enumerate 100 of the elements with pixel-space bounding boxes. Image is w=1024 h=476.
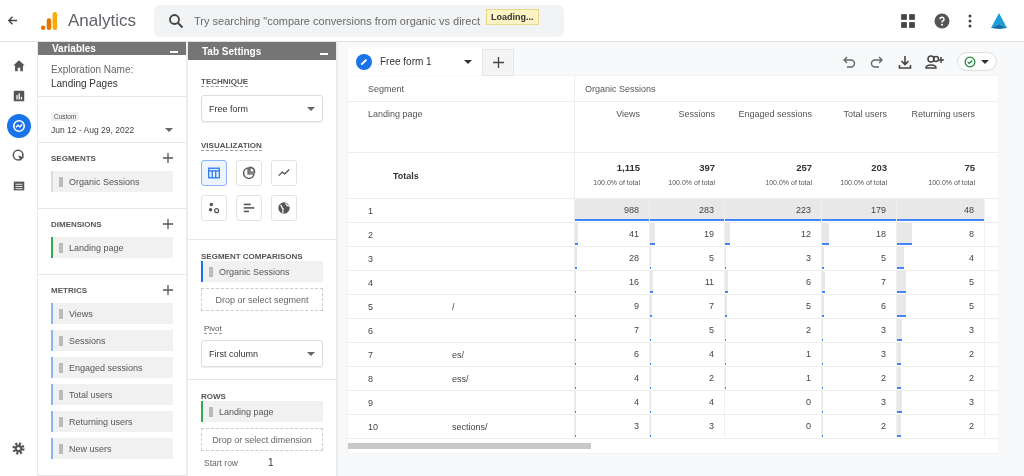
chart-circle-icon <box>11 119 26 133</box>
variable-chip[interactable]: Views <box>51 303 173 324</box>
date-range-picker[interactable]: Jun 12 - Aug 29, 2022 <box>51 125 173 135</box>
bar-chart-button[interactable] <box>236 195 262 221</box>
table-cell: 6 <box>634 349 639 359</box>
table-cell: 19 <box>704 229 714 239</box>
technique-label: TECHNIQUE <box>201 77 249 87</box>
add-icon[interactable] <box>163 153 173 163</box>
table-cell: 3 <box>881 397 886 407</box>
table-cell: 3 <box>806 253 811 263</box>
visualization-label: VISUALIZATION <box>201 141 262 151</box>
table-cell: 2 <box>969 373 974 383</box>
table-cell: 2 <box>969 349 974 359</box>
row-number: 7 <box>368 349 374 360</box>
table-cell: 4 <box>709 349 714 359</box>
variable-chip[interactable]: New users <box>51 438 173 459</box>
app-title: Analytics <box>68 10 138 31</box>
variable-chip[interactable]: Organic Sessions <box>51 171 173 192</box>
apps-icon[interactable] <box>900 12 916 29</box>
share-user-icon[interactable] <box>925 53 945 70</box>
line-chart-button[interactable] <box>271 160 297 186</box>
table-cell: 9 <box>634 301 639 311</box>
bar-chart-icon <box>11 89 26 103</box>
table-cell: 5 <box>806 301 811 311</box>
home-icon <box>11 59 26 73</box>
back-icon[interactable] <box>7 15 18 26</box>
settings-icon[interactable] <box>11 441 26 456</box>
download-icon[interactable] <box>897 53 913 70</box>
row-number: 6 <box>368 325 374 336</box>
variable-chip[interactable]: Engaged sessions <box>51 357 173 378</box>
table-cell: 2 <box>806 325 811 335</box>
start-row-value[interactable]: 1 <box>268 457 274 468</box>
pencil-icon <box>356 53 372 70</box>
help-icon[interactable] <box>934 12 950 29</box>
section-heading: METRICS <box>51 285 87 295</box>
exploration-label: Exploration Name: <box>51 64 135 75</box>
pivot-dropdown[interactable]: First column <box>201 340 323 367</box>
row-number: 2 <box>368 229 374 240</box>
total-value: 75 <box>964 162 975 173</box>
scatter-chart-button[interactable] <box>201 195 227 221</box>
table-chart-button[interactable] <box>201 160 227 186</box>
start-row-label: Start row <box>204 457 238 468</box>
table-cell: 1 <box>806 349 811 359</box>
rows-label: ROWS <box>201 392 227 401</box>
status-dropdown[interactable] <box>957 52 997 71</box>
total-value: 397 <box>699 162 715 173</box>
table-cell: 41 <box>629 229 639 239</box>
table-cell: 5 <box>969 301 974 311</box>
logo-icon <box>40 10 58 31</box>
table-cell: 3 <box>881 349 886 359</box>
check-circle-icon <box>964 55 976 68</box>
table-cell: 28 <box>629 253 639 263</box>
variable-chip[interactable]: Sessions <box>51 330 173 351</box>
canvas-tab[interactable]: Free form 1 <box>348 47 482 76</box>
table-cell: 4 <box>969 253 974 263</box>
explore-nav-button[interactable] <box>6 114 31 138</box>
more-icon[interactable] <box>968 12 972 29</box>
table-cell: 223 <box>795 205 811 215</box>
add-icon[interactable] <box>163 285 173 295</box>
column-header[interactable]: Sessions <box>650 102 725 152</box>
column-header[interactable]: Views <box>575 102 650 152</box>
table-cell: 0 <box>806 397 811 407</box>
minimize-icon[interactable] <box>170 50 178 53</box>
dimension-drop-zone[interactable]: Drop or select dimension <box>201 428 323 451</box>
scrollbar-thumb[interactable] <box>348 443 591 449</box>
table-cell: 11 <box>704 277 714 287</box>
column-header[interactable]: Total users <box>822 102 897 152</box>
totals-label: Totals <box>348 153 575 198</box>
landing-page-cell: / <box>452 301 455 312</box>
segment-chip[interactable]: Organic Sessions <box>201 261 323 282</box>
table-cell: 7 <box>709 301 714 311</box>
column-header[interactable]: Engaged sessions <box>725 102 822 152</box>
table-cell: 4 <box>709 397 714 407</box>
variable-chip[interactable]: Total users <box>51 384 173 405</box>
exploration-name[interactable]: Landing Pages <box>51 78 173 89</box>
row-chip[interactable]: Landing page <box>201 401 323 422</box>
add-tab-button[interactable] <box>482 49 514 76</box>
account-icon[interactable] <box>990 11 1008 30</box>
column-header[interactable]: Returning users <box>897 102 985 152</box>
donut-chart-button[interactable] <box>236 160 262 186</box>
table-cell: 3 <box>634 421 639 431</box>
add-icon[interactable] <box>163 219 173 229</box>
geo-chart-button[interactable] <box>271 195 297 221</box>
table-cell: 5 <box>969 277 974 287</box>
target-cursor-icon <box>11 149 26 163</box>
technique-dropdown[interactable]: Free form <box>201 95 323 122</box>
segment-drop-zone[interactable]: Drop or select segment <box>201 288 323 311</box>
table-cell: 8 <box>969 229 974 239</box>
panel-title: Variables <box>52 43 96 54</box>
row-number: 1 <box>368 205 374 216</box>
variable-chip[interactable]: Returning users <box>51 411 173 432</box>
table-cell: 2 <box>969 421 974 431</box>
row-number: 4 <box>368 277 374 288</box>
variable-chip[interactable]: Landing page <box>51 237 173 258</box>
total-value: 257 <box>796 162 812 173</box>
table-cell: 179 <box>870 205 886 215</box>
pivot-label: Pivot <box>204 324 222 334</box>
table-cell: 16 <box>629 277 639 287</box>
table-cell: 2 <box>709 373 714 383</box>
table-cell: 3 <box>881 325 886 335</box>
